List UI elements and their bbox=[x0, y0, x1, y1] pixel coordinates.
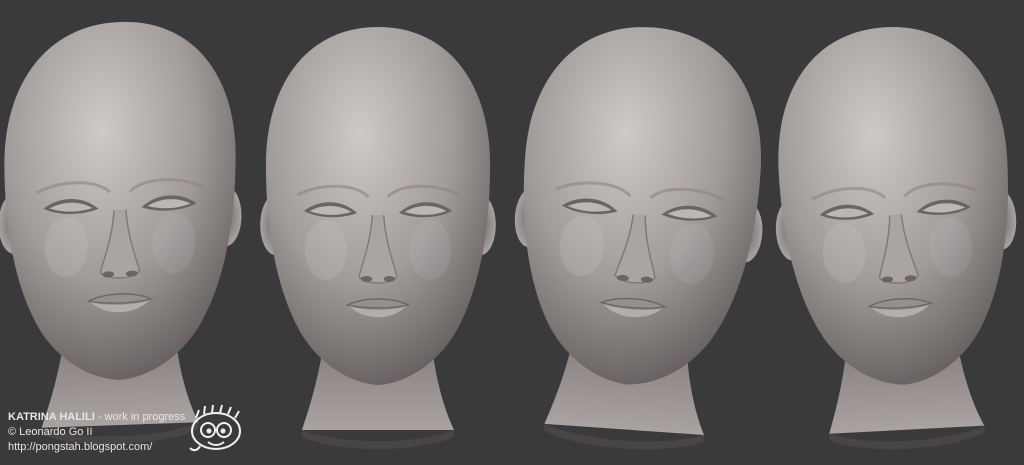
head-render-three-quarter-right bbox=[0, 16, 244, 450]
render-stage bbox=[0, 0, 1024, 460]
copyright-text: © Leonardo Go II bbox=[8, 426, 93, 438]
credits-block: KATRINA HALILI - work in progress © Leon… bbox=[8, 410, 185, 455]
blog-url[interactable]: http://pongstah.blogspot.com/ bbox=[8, 440, 185, 455]
credit-title-line: KATRINA HALILI - work in progress bbox=[8, 410, 185, 425]
head-render-three-quarter-left-down bbox=[764, 19, 1024, 457]
head-renders bbox=[0, 16, 1024, 459]
head-render-front bbox=[258, 25, 498, 451]
mascot-logo-icon bbox=[189, 404, 241, 452]
subject-name: KATRINA HALILI bbox=[8, 411, 95, 423]
status-text: - work in progress bbox=[94, 411, 186, 423]
head-render-three-quarter-left bbox=[497, 17, 778, 459]
